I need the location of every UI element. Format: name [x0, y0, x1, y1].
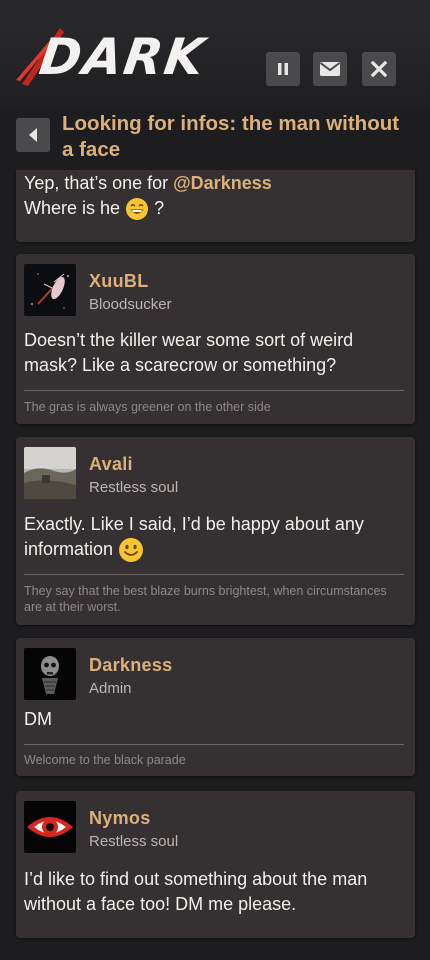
- post-message: Doesn’t the killer wear some sort of wei…: [24, 330, 354, 375]
- dark-logo: DARK: [14, 26, 244, 92]
- user-rank: Bloodsucker: [89, 296, 172, 313]
- close-icon: [370, 60, 388, 78]
- divider: [24, 574, 404, 575]
- avatar[interactable]: [24, 447, 76, 499]
- red-eye-icon: [24, 801, 76, 853]
- post-card: XuuBL Bloodsucker Doesn’t the killer wea…: [16, 254, 415, 424]
- post-card: Darkness Admin DM Welcome to the black p…: [16, 638, 415, 776]
- username[interactable]: Avali: [89, 454, 133, 475]
- logo-text: DARK: [35, 28, 210, 86]
- divider: [24, 390, 404, 391]
- post-message: Exactly. Like I said, I’d be happy about…: [24, 512, 409, 563]
- user-rank: Admin: [89, 680, 132, 697]
- avatar[interactable]: [24, 264, 76, 316]
- app-header: DARK: [0, 0, 430, 110]
- post-message: Yep, that’s one for @Darkness Where is h…: [24, 171, 409, 221]
- pause-icon: [278, 63, 288, 75]
- username[interactable]: XuuBL: [89, 271, 149, 292]
- post-card: Yep, that’s one for @Darkness Where is h…: [16, 170, 415, 242]
- thread-title-bar: Looking for infos: the man without a fac…: [0, 110, 430, 170]
- envelope-icon: [319, 62, 341, 76]
- user-rank: Restless soul: [89, 479, 179, 496]
- thread-title: Looking for infos: the man without a fac…: [62, 112, 400, 161]
- pause-button[interactable]: [266, 52, 300, 86]
- avatar[interactable]: [24, 801, 76, 853]
- post-feed[interactable]: Yep, that’s one for @Darkness Where is h…: [0, 170, 430, 960]
- user-signature: The gras is always greener on the other …: [24, 400, 271, 414]
- post-message: DM: [24, 709, 52, 729]
- mention-link[interactable]: @Darkness: [173, 173, 272, 193]
- avatar[interactable]: [24, 648, 76, 700]
- post-card: Nymos Restless soul I’d like to find out…: [16, 791, 415, 938]
- close-button[interactable]: [362, 52, 396, 86]
- post-message: I’d like to find out something about the…: [24, 869, 368, 914]
- smiling-emoji-icon: [119, 538, 144, 563]
- user-rank: Restless soul: [89, 833, 179, 850]
- username[interactable]: Nymos: [89, 808, 151, 829]
- divider: [24, 744, 404, 745]
- chevron-left-icon: [29, 128, 37, 142]
- messages-button[interactable]: [313, 52, 347, 86]
- user-signature: They say that the best blaze burns brigh…: [24, 584, 387, 614]
- grinning-emoji-icon: [126, 198, 149, 221]
- user-signature: Welcome to the black parade: [24, 753, 186, 767]
- post-card: Avali Restless soul Exactly. Like I said…: [16, 437, 415, 625]
- back-button[interactable]: [16, 118, 50, 152]
- username[interactable]: Darkness: [89, 655, 172, 676]
